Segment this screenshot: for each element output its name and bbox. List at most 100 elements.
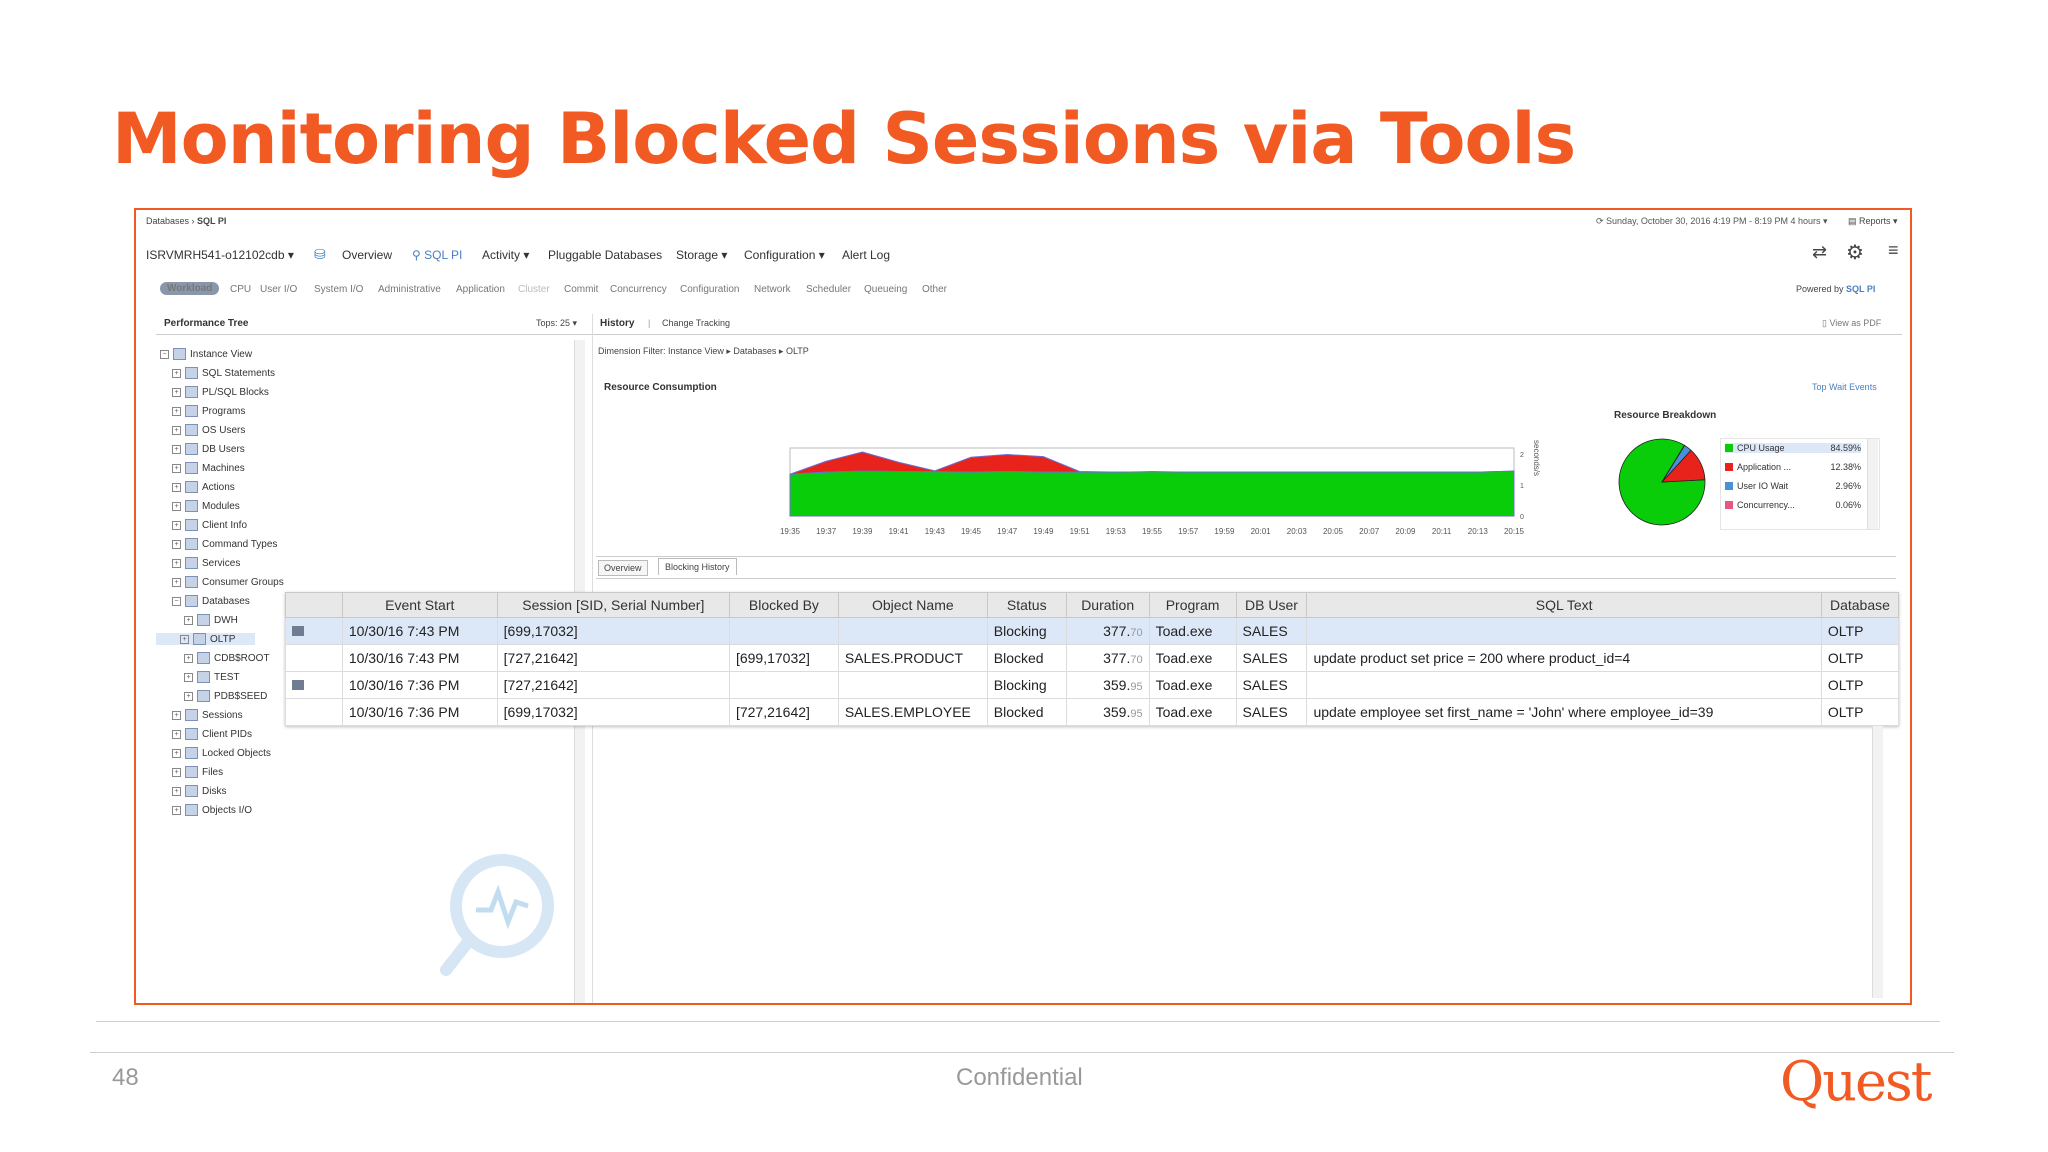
- nav-activity[interactable]: Activity ▾: [482, 248, 529, 262]
- blocking-marker-icon[interactable]: [292, 626, 304, 636]
- tree-item[interactable]: + CDB$ROOT: [184, 652, 270, 664]
- pie-legend-item[interactable]: Concurrency... 0.06%: [1725, 500, 1861, 510]
- table-row[interactable]: 10/30/16 7:36 PM [699,17032] [727,21642] SA…: [285, 698, 1900, 726]
- nav-sqlpi[interactable]: ⚲ SQL PI: [412, 248, 462, 262]
- database-icon[interactable]: ⛁: [314, 246, 326, 263]
- tree-item[interactable]: + DB Users: [172, 443, 245, 455]
- tree-item[interactable]: + Client PIDs: [172, 728, 252, 740]
- tree-item[interactable]: + Modules: [172, 500, 240, 512]
- breadcrumb-databases[interactable]: Databases: [146, 216, 189, 226]
- tab-commit[interactable]: Commit: [564, 284, 598, 295]
- tree-item[interactable]: + Files: [172, 766, 223, 778]
- expand-toggle-icon[interactable]: +: [184, 691, 193, 701]
- expand-toggle-icon[interactable]: +: [180, 634, 189, 644]
- reports-menu[interactable]: ▤ Reports ▾: [1848, 216, 1898, 227]
- tree-item[interactable]: + PDB$SEED: [184, 690, 267, 702]
- tab-system-io[interactable]: System I/O: [314, 284, 363, 295]
- table-row[interactable]: 10/30/16 7:36 PM [727,21642] Blocking 359.9…: [285, 671, 1900, 699]
- expand-toggle-icon[interactable]: +: [172, 482, 181, 492]
- refresh-icon[interactable]: ⇄: [1812, 242, 1827, 263]
- nav-configuration[interactable]: Configuration ▾: [744, 248, 825, 262]
- expand-toggle-icon[interactable]: +: [172, 406, 181, 416]
- tree-item[interactable]: + Command Types: [172, 538, 277, 550]
- pie-legend-item[interactable]: Application ... 12.38%: [1725, 462, 1861, 472]
- tree-item[interactable]: + OS Users: [172, 424, 245, 436]
- col-event-start[interactable]: Event Start: [341, 592, 498, 618]
- tab-history[interactable]: History: [600, 318, 634, 329]
- tab-administrative[interactable]: Administrative: [378, 284, 441, 295]
- expand-toggle-icon[interactable]: +: [172, 387, 181, 397]
- tab-scheduler[interactable]: Scheduler: [806, 284, 851, 295]
- col-database[interactable]: Database: [1820, 592, 1900, 618]
- tab-change-tracking[interactable]: Change Tracking: [662, 318, 730, 328]
- expand-toggle-icon[interactable]: +: [172, 729, 181, 739]
- nav-storage[interactable]: Storage ▾: [676, 248, 727, 262]
- nav-overview[interactable]: Overview: [342, 248, 392, 262]
- expand-toggle-icon[interactable]: +: [172, 463, 181, 473]
- tree-item[interactable]: + DWH: [184, 614, 238, 626]
- time-range[interactable]: ⟳ Sunday, October 30, 2016 4:19 PM - 8:1…: [1596, 216, 1828, 227]
- expand-toggle-icon[interactable]: +: [184, 615, 193, 625]
- tree-item[interactable]: + Locked Objects: [172, 747, 271, 759]
- expand-toggle-icon[interactable]: +: [172, 767, 181, 777]
- table-row[interactable]: 10/30/16 7:43 PM [727,21642] [699,17032] SA…: [285, 644, 1900, 672]
- expand-toggle-icon[interactable]: +: [172, 786, 181, 796]
- tab-configuration[interactable]: Configuration: [680, 284, 739, 295]
- expand-toggle-icon[interactable]: +: [172, 710, 181, 720]
- tree-item[interactable]: + Objects I/O: [172, 804, 252, 816]
- tab-workload[interactable]: Workload: [160, 282, 220, 295]
- nav-pluggable-databases[interactable]: Pluggable Databases: [548, 248, 662, 262]
- expand-toggle-icon[interactable]: +: [172, 520, 181, 530]
- expand-toggle-icon[interactable]: +: [172, 577, 181, 587]
- tree-item[interactable]: + Programs: [172, 405, 245, 417]
- tops-selector[interactable]: Tops: 25 ▾: [536, 318, 577, 329]
- nav-alert-log[interactable]: Alert Log: [842, 248, 890, 262]
- pie-legend-item[interactable]: CPU Usage 84.59%: [1725, 443, 1861, 453]
- tree-item[interactable]: + Consumer Groups: [172, 576, 284, 588]
- expand-toggle-icon[interactable]: +: [172, 748, 181, 758]
- subtab-blocking-history[interactable]: Blocking History: [658, 558, 737, 575]
- tree-item[interactable]: + OLTP: [156, 633, 256, 645]
- tab-other[interactable]: Other: [922, 284, 947, 295]
- tab-cluster[interactable]: Cluster: [518, 284, 550, 295]
- col-program[interactable]: Program: [1148, 592, 1237, 618]
- expand-toggle-icon[interactable]: +: [172, 444, 181, 454]
- expand-toggle-icon[interactable]: −: [172, 596, 181, 606]
- tree-item[interactable]: + Client Info: [172, 519, 247, 531]
- expand-toggle-icon[interactable]: +: [172, 805, 181, 815]
- grid-scrollbar[interactable]: [1872, 726, 1883, 998]
- gear-icon[interactable]: ⚙: [1846, 240, 1864, 265]
- tab-user-io[interactable]: User I/O: [260, 284, 297, 295]
- pie-legend-item[interactable]: User IO Wait 2.96%: [1725, 481, 1861, 491]
- tab-network[interactable]: Network: [754, 284, 791, 295]
- expand-toggle-icon[interactable]: −: [160, 349, 169, 359]
- col-session[interactable]: Session [SID, Serial Number]: [496, 592, 730, 618]
- tree-item[interactable]: + Actions: [172, 481, 235, 493]
- expand-toggle-icon[interactable]: +: [172, 501, 181, 511]
- view-as-pdf[interactable]: ▯ View as PDF: [1822, 318, 1881, 329]
- tree-item[interactable]: + SQL Statements: [172, 367, 275, 379]
- tree-item[interactable]: + Machines: [172, 462, 245, 474]
- col-db-user[interactable]: DB User: [1235, 592, 1308, 618]
- expand-toggle-icon[interactable]: +: [184, 653, 193, 663]
- legend-scrollbar[interactable]: [1867, 439, 1878, 529]
- tree-item[interactable]: + TEST: [184, 671, 240, 683]
- tree-item[interactable]: − Instance View: [160, 348, 252, 360]
- instance-selector[interactable]: ISRVMRH541-o12102cdb ▾: [146, 248, 294, 262]
- tab-application[interactable]: Application: [456, 284, 505, 295]
- expand-toggle-icon[interactable]: +: [184, 672, 193, 682]
- expand-toggle-icon[interactable]: +: [172, 558, 181, 568]
- tab-cpu[interactable]: CPU: [230, 284, 251, 295]
- col-object-name[interactable]: Object Name: [837, 592, 988, 618]
- tree-item[interactable]: + PL/SQL Blocks: [172, 386, 269, 398]
- expand-toggle-icon[interactable]: +: [172, 539, 181, 549]
- col-blocked-by[interactable]: Blocked By: [728, 592, 839, 618]
- expand-toggle-icon[interactable]: +: [172, 368, 181, 378]
- tab-concurrency[interactable]: Concurrency: [610, 284, 667, 295]
- table-row[interactable]: 10/30/16 7:43 PM [699,17032] Blocking 377.7…: [285, 617, 1900, 645]
- top-wait-events-link[interactable]: Top Wait Events: [1812, 382, 1877, 392]
- col-duration[interactable]: Duration: [1065, 592, 1150, 618]
- col-sql-text[interactable]: SQL Text: [1306, 592, 1822, 618]
- blocking-marker-icon[interactable]: [292, 680, 304, 690]
- expand-toggle-icon[interactable]: +: [172, 425, 181, 435]
